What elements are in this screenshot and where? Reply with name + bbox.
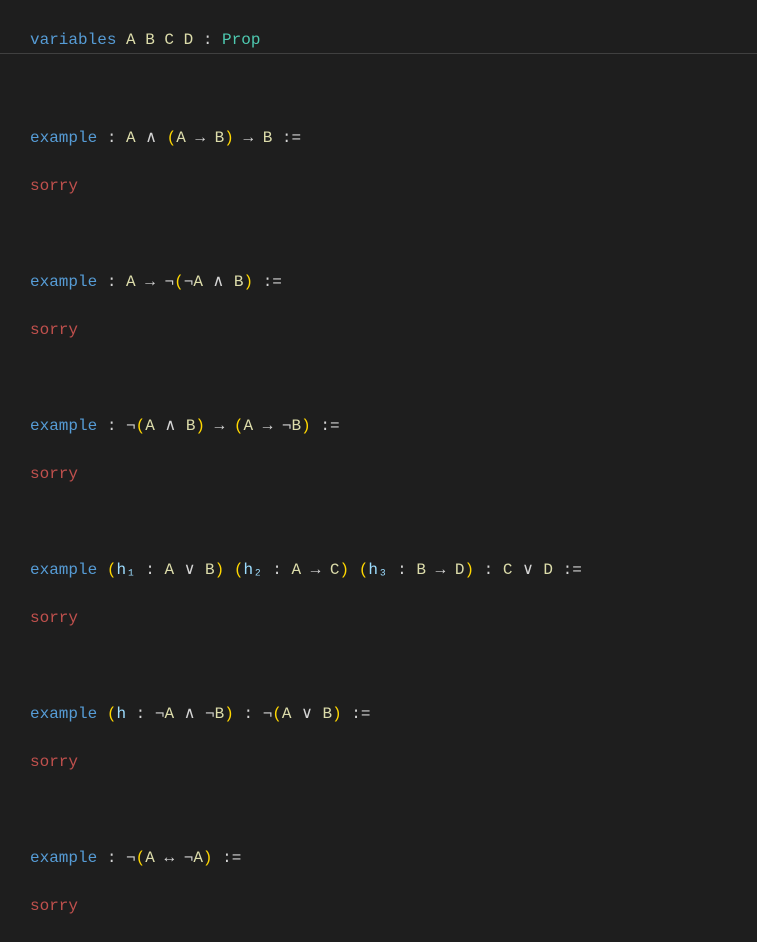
keyword-sorry: sorry (30, 753, 78, 771)
code-line: sorry (0, 318, 757, 342)
hypothesis: h (116, 705, 126, 723)
code-line: sorry (0, 750, 757, 774)
keyword-sorry: sorry (30, 897, 78, 915)
code-editor[interactable]: variables A B C D : Prop example : A ∧ (… (0, 0, 757, 942)
code-line-empty (0, 222, 757, 246)
keyword-variables: variables (30, 31, 116, 49)
hypothesis: h₁ (116, 561, 135, 579)
code-line: sorry (0, 174, 757, 198)
code-line-empty (0, 510, 757, 534)
colon: : (203, 31, 222, 49)
keyword-sorry: sorry (30, 465, 78, 483)
code-line: variables A B C D : Prop (0, 28, 757, 54)
code-line-empty (0, 366, 757, 390)
keyword-example: example (30, 849, 97, 867)
code-line-empty (0, 654, 757, 678)
code-line: sorry (0, 606, 757, 630)
code-line-empty (0, 798, 757, 822)
hypothesis: h₂ (243, 561, 262, 579)
hypothesis: h₃ (368, 561, 387, 579)
identifiers: A B C D (116, 31, 202, 49)
code-line: sorry (0, 462, 757, 486)
keyword-example: example (30, 129, 97, 147)
keyword-example: example (30, 705, 97, 723)
code-line: sorry (0, 894, 757, 918)
code-line-empty (0, 78, 757, 102)
code-line: example (h₁ : A ∨ B) (h₂ : A → C) (h₃ : … (0, 558, 757, 582)
keyword-sorry: sorry (30, 321, 78, 339)
code-line: example : A → ¬(¬A ∧ B) := (0, 270, 757, 294)
code-line: example : ¬(A ∧ B) → (A → ¬B) := (0, 414, 757, 438)
code-line: example : A ∧ (A → B) → B := (0, 126, 757, 150)
type-prop: Prop (222, 31, 260, 49)
keyword-example: example (30, 273, 97, 291)
keyword-sorry: sorry (30, 177, 78, 195)
keyword-example: example (30, 417, 97, 435)
code-line: example (h : ¬A ∧ ¬B) : ¬(A ∨ B) := (0, 702, 757, 726)
keyword-sorry: sorry (30, 609, 78, 627)
keyword-example: example (30, 561, 97, 579)
code-line: example : ¬(A ↔ ¬A) := (0, 846, 757, 870)
